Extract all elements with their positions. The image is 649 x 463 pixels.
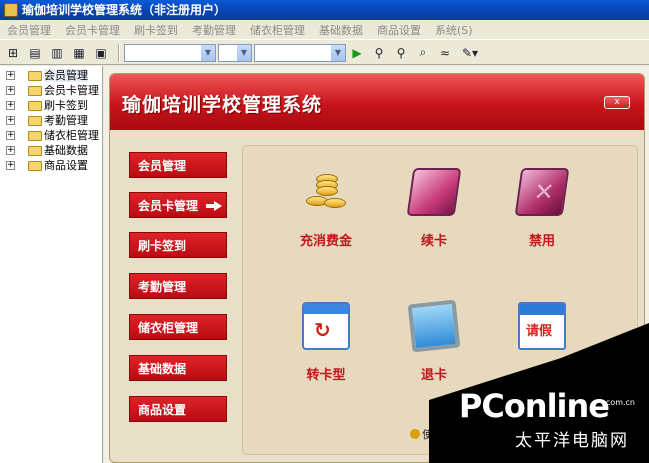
menu-item-attendance[interactable]: 考勤管理: [185, 22, 243, 38]
chevron-down-icon[interactable]: ▼: [200, 44, 215, 61]
tile-return-card[interactable]: 退卡: [389, 299, 479, 383]
menu-item-system[interactable]: 系统(S): [428, 22, 480, 38]
navigation-tree: + 会员管理 + 会员卡管理 + 刷卡签到 + 考勤管理 + 储衣柜管理 + 基础数据 + 商…: [0, 66, 103, 463]
tree-item-attendance[interactable]: + 考勤管理: [0, 113, 102, 128]
expand-icon[interactable]: +: [6, 146, 15, 155]
expand-icon[interactable]: +: [6, 86, 15, 95]
system-title: 瑜伽培训学校管理系统: [122, 94, 323, 116]
menu-item-locker[interactable]: 储衣柜管理: [243, 22, 312, 38]
leave-glyph: 请假: [526, 324, 553, 339]
menu-bar: 会员管理 会员卡管理 刷卡签到 考勤管理 储衣柜管理 基础数据 商品设置 系统(…: [0, 20, 649, 40]
expand-icon[interactable]: +: [6, 131, 15, 140]
tree-item-label: 刷卡签到: [44, 99, 88, 112]
arrow-right-icon: [206, 201, 222, 211]
nav-button-basic-data[interactable]: 基础数据: [129, 355, 227, 381]
tree-item-locker[interactable]: + 储衣柜管理: [0, 128, 102, 143]
folder-icon: [28, 131, 42, 141]
tile-label: 充消费金: [299, 234, 352, 249]
menu-item-products[interactable]: 商品设置: [370, 22, 428, 38]
toolbar: ⊞ ▤ ▥ ▦ ▣ ▼ ▼ ▼ ▶ ⚲ ⚲ ⌕ ≈ ✎▾: [0, 41, 649, 65]
menu-item-checkin[interactable]: 刷卡签到: [127, 22, 185, 38]
tree-item-label: 基础数据: [44, 144, 88, 157]
tree-item-member[interactable]: + 会员管理: [0, 68, 102, 83]
tree-item-basic-data[interactable]: + 基础数据: [0, 143, 102, 158]
nav-button-member-card[interactable]: 会员卡管理: [129, 192, 227, 218]
run-icon[interactable]: ▶: [348, 44, 366, 62]
leave-calendar-icon: 请假: [518, 302, 566, 350]
menu-item-member-card[interactable]: 会员卡管理: [58, 22, 127, 38]
menu-item-basic-data[interactable]: 基础数据: [312, 22, 370, 38]
tree-item-member-card[interactable]: + 会员卡管理: [0, 83, 102, 98]
tree-item-label: 考勤管理: [44, 114, 88, 127]
tree-toggle-icon[interactable]: ⊞: [4, 44, 22, 62]
filter-combo-3[interactable]: ▼: [254, 43, 346, 62]
tile-transfer-type[interactable]: ↻ 转卡型: [281, 302, 371, 383]
nav-button-attendance[interactable]: 考勤管理: [129, 273, 227, 299]
tree-item-products[interactable]: + 商品设置: [0, 158, 102, 173]
watermark-logo: PConline: [458, 387, 610, 425]
find-user-icon[interactable]: ⚲: [370, 44, 388, 62]
coins-icon: [302, 168, 350, 216]
toolbar-separator: [118, 43, 120, 62]
tile-renew[interactable]: 续卡: [389, 168, 479, 249]
card-view-icon[interactable]: ▤: [26, 44, 44, 62]
watermark-domain: .com.cn: [603, 398, 635, 407]
filter-combo-2[interactable]: ▼: [218, 43, 252, 62]
folder-icon: [28, 86, 42, 96]
close-button[interactable]: x: [604, 96, 630, 109]
menu-item-member[interactable]: 会员管理: [0, 22, 58, 38]
window-title: 瑜伽培训学校管理系统（非注册用户）: [22, 3, 227, 17]
chevron-down-icon[interactable]: ▼: [236, 44, 251, 61]
calendar-transfer-icon: ↻: [302, 302, 350, 350]
filter-combo-1[interactable]: ▼: [124, 43, 216, 62]
app-icon: [4, 3, 18, 17]
folder-icon: [28, 146, 42, 156]
card-return-icon: [407, 299, 461, 353]
tree-item-label: 会员管理: [44, 69, 88, 82]
form-icon[interactable]: ▦: [70, 44, 88, 62]
tree-item-label: 会员卡管理: [44, 84, 99, 97]
folder-open-icon: [28, 71, 42, 81]
tile-recharge[interactable]: 充消费金: [281, 168, 371, 249]
folder-renew-icon: [406, 168, 462, 216]
tree-item-label: 储衣柜管理: [44, 129, 99, 142]
document-icon[interactable]: ▥: [48, 44, 66, 62]
tree-item-label: 商品设置: [44, 159, 88, 172]
tile-label: 退卡: [420, 368, 447, 383]
expand-icon[interactable]: +: [6, 71, 15, 80]
search-doc-icon[interactable]: ⌕: [414, 44, 432, 62]
tree-item-checkin[interactable]: + 刷卡签到: [0, 98, 102, 113]
folder-disable-icon: [514, 168, 570, 216]
header-banner: 瑜伽培训学校管理系统 x: [110, 74, 644, 130]
tile-label: 转卡型: [306, 368, 346, 383]
window-title-bar: 瑜伽培训学校管理系统（非注册用户）: [0, 0, 649, 20]
pencil-dropdown-icon[interactable]: ✎▾: [458, 44, 482, 62]
nav-button-locker[interactable]: 储衣柜管理: [129, 314, 227, 340]
filter-icon[interactable]: ≈: [436, 44, 454, 62]
expand-icon[interactable]: +: [6, 116, 15, 125]
window-icon[interactable]: ▣: [92, 44, 110, 62]
folder-icon: [28, 116, 42, 126]
tile-label: 续卡: [420, 234, 447, 249]
find-user-2-icon[interactable]: ⚲: [392, 44, 410, 62]
folder-icon: [28, 161, 42, 171]
tile-disable[interactable]: 禁用: [497, 168, 587, 249]
watermark-chinese: 太平洋电脑网: [515, 431, 629, 451]
folder-icon: [28, 101, 42, 111]
nav-button-products[interactable]: 商品设置: [129, 396, 227, 422]
nav-button-label: 会员卡管理: [138, 199, 199, 213]
nav-button-checkin[interactable]: 刷卡签到: [129, 232, 227, 258]
chevron-down-icon[interactable]: ▼: [330, 44, 345, 61]
expand-icon[interactable]: +: [6, 161, 15, 170]
tile-label: 禁用: [528, 234, 555, 249]
nav-button-member[interactable]: 会员管理: [129, 152, 227, 178]
expand-icon[interactable]: +: [6, 101, 15, 110]
info-icon: [410, 429, 420, 439]
